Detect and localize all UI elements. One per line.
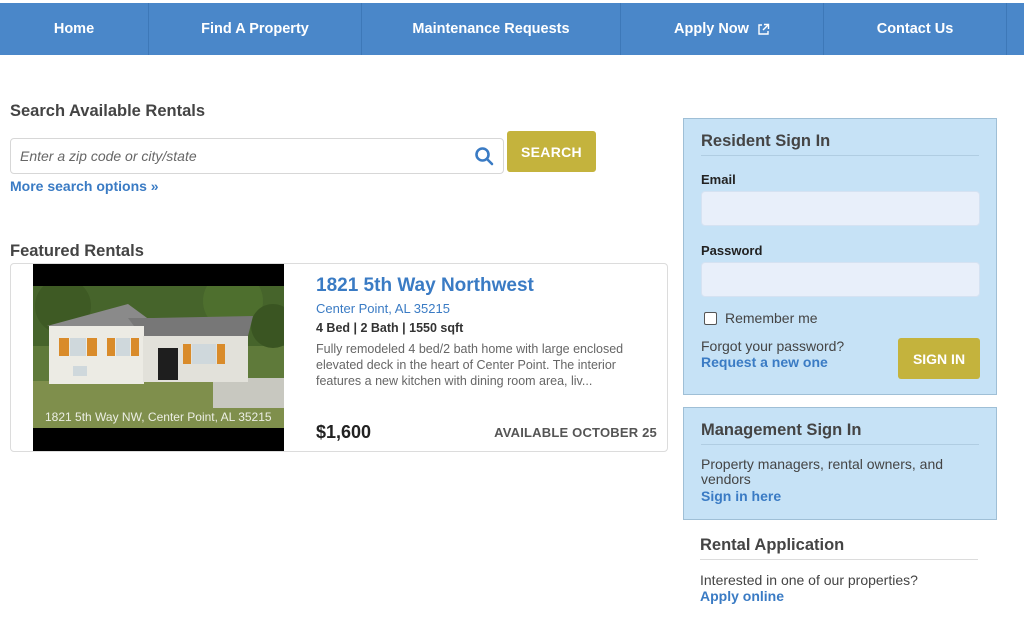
main-nav: Home Find A Property Maintenance Request… bbox=[0, 3, 1024, 55]
search-title: Search Available Rentals bbox=[10, 102, 206, 120]
house-photo bbox=[33, 286, 284, 428]
photo-caption: 1821 5th Way NW, Center Point, AL 35215 bbox=[45, 410, 272, 424]
nav-home-label: Home bbox=[53, 21, 95, 37]
divider bbox=[701, 444, 979, 445]
search-button[interactable]: SEARCH bbox=[507, 131, 596, 172]
management-sign-in-link[interactable]: Sign in here bbox=[701, 488, 781, 504]
nav-find-property-label: Find A Property bbox=[201, 21, 309, 37]
nav-home[interactable]: Home bbox=[0, 3, 149, 55]
rental-application-title: Rental Application bbox=[700, 536, 845, 554]
rental-price: $1,600 bbox=[316, 422, 372, 442]
rental-card[interactable]: 1821 5th Way NW, Center Point, AL 35215 … bbox=[10, 263, 668, 452]
rental-photo[interactable]: 1821 5th Way NW, Center Point, AL 35215 bbox=[33, 264, 284, 451]
management-signin-panel: Management Sign In Property managers, re… bbox=[683, 407, 997, 520]
sign-in-button[interactable]: SIGN IN bbox=[898, 338, 980, 379]
divider bbox=[700, 559, 978, 560]
resident-signin-panel: Resident Sign In Email Password Remember… bbox=[683, 118, 997, 395]
remember-me-row[interactable]: Remember me bbox=[704, 310, 818, 326]
rental-title-link[interactable]: 1821 5th Way Northwest bbox=[316, 275, 534, 297]
nav-apply-label: Apply Now bbox=[674, 21, 749, 37]
nav-find-property[interactable]: Find A Property bbox=[149, 3, 362, 55]
remember-me-label: Remember me bbox=[725, 310, 818, 326]
nav-maintenance-label: Maintenance Requests bbox=[412, 21, 570, 37]
email-label: Email bbox=[701, 172, 736, 187]
divider bbox=[701, 155, 979, 156]
management-signin-title: Management Sign In bbox=[701, 421, 862, 439]
rental-application-text: Interested in one of our properties? bbox=[700, 572, 918, 588]
nav-apply-now[interactable]: Apply Now bbox=[621, 3, 824, 55]
forgot-password-text: Forgot your password? bbox=[701, 338, 845, 354]
rental-application-section: Rental Application Interested in one of … bbox=[683, 530, 997, 620]
resident-signin-title: Resident Sign In bbox=[701, 132, 831, 150]
rental-availability: AVAILABLE OCTOBER 25 bbox=[494, 425, 657, 440]
search-icon[interactable] bbox=[473, 145, 495, 167]
password-field[interactable] bbox=[701, 262, 980, 297]
more-search-options-link[interactable]: More search options » bbox=[10, 178, 159, 194]
apply-online-link[interactable]: Apply online bbox=[700, 588, 784, 604]
rental-description: Fully remodeled 4 bed/2 bath home with l… bbox=[316, 342, 624, 388]
rental-specs: 4 Bed | 2 Bath | 1550 sqft bbox=[316, 321, 464, 335]
search-box bbox=[10, 138, 504, 174]
email-field[interactable] bbox=[701, 191, 980, 226]
search-input[interactable] bbox=[11, 139, 473, 173]
nav-contact-us[interactable]: Contact Us bbox=[824, 3, 1007, 55]
nav-contact-label: Contact Us bbox=[876, 21, 954, 37]
featured-rentals-title: Featured Rentals bbox=[10, 242, 144, 260]
request-new-password-link[interactable]: Request a new one bbox=[701, 354, 828, 370]
management-description: Property managers, rental owners, and ve… bbox=[701, 456, 944, 487]
nav-maintenance-requests[interactable]: Maintenance Requests bbox=[362, 3, 621, 55]
external-link-icon bbox=[758, 23, 770, 35]
password-label: Password bbox=[701, 243, 763, 258]
rental-address: Center Point, AL 35215 bbox=[316, 301, 450, 316]
remember-me-checkbox[interactable] bbox=[704, 311, 717, 325]
